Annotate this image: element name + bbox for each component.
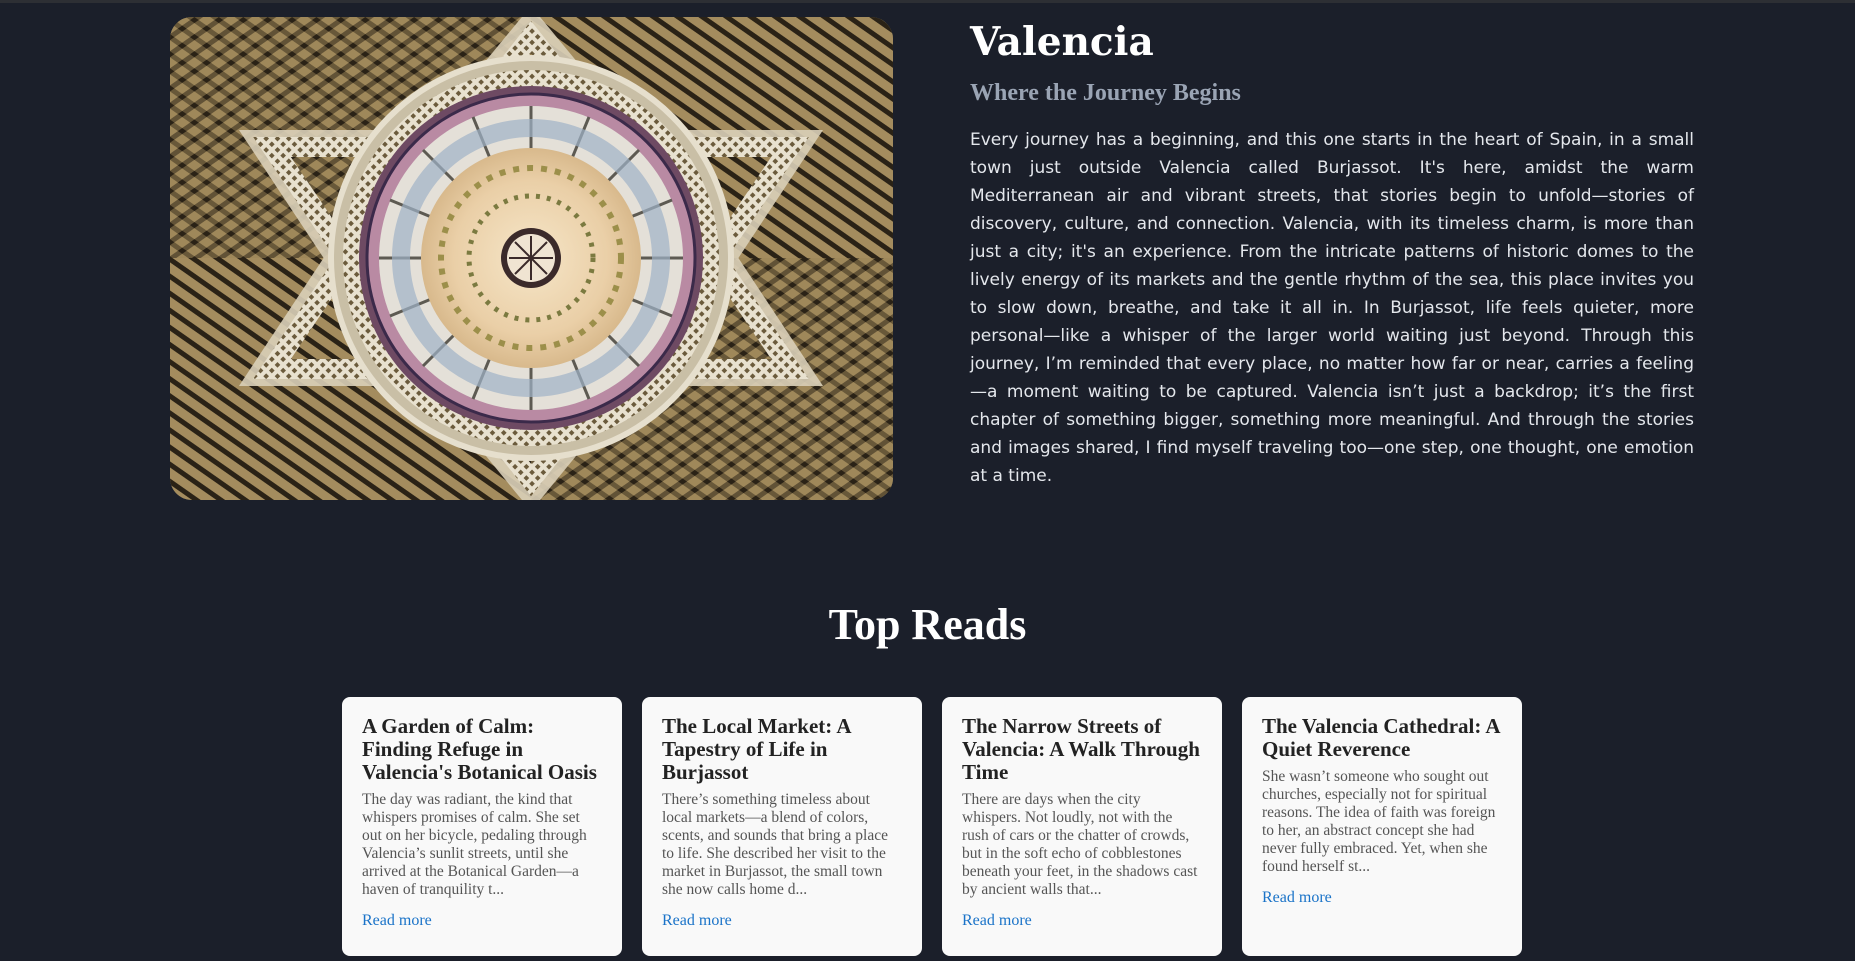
- article-card[interactable]: A Garden of Calm: Finding Refuge in Vale…: [342, 697, 622, 956]
- article-card[interactable]: The Narrow Streets of Valencia: A Walk T…: [942, 697, 1222, 956]
- read-more-link[interactable]: Read more: [362, 912, 432, 930]
- hero-text: Valencia Where the Journey Begins Every …: [970, 18, 1694, 490]
- article-title[interactable]: The Local Market: A Tapestry of Life in …: [662, 715, 902, 784]
- read-more-link[interactable]: Read more: [962, 912, 1032, 930]
- article-title[interactable]: A Garden of Calm: Finding Refuge in Vale…: [362, 715, 602, 784]
- article-card[interactable]: The Local Market: A Tapestry of Life in …: [642, 697, 922, 956]
- hero-title: Valencia: [970, 19, 1154, 65]
- hero-subtitle: Where the Journey Begins: [970, 80, 1241, 106]
- article-excerpt: The day was radiant, the kind that whisp…: [362, 791, 587, 898]
- article-title[interactable]: The Narrow Streets of Valencia: A Walk T…: [962, 715, 1202, 784]
- top-reads-cards: A Garden of Calm: Finding Refuge in Vale…: [342, 697, 1522, 961]
- read-more-link[interactable]: Read more: [662, 912, 732, 930]
- article-excerpt: She wasn’t someone who sought out church…: [1262, 768, 1496, 875]
- read-more-link[interactable]: Read more: [1262, 889, 1332, 907]
- hero-body: Every journey has a beginning, and this …: [970, 130, 1694, 486]
- top-reads-title: Top Reads: [828, 600, 1027, 649]
- dome-illustration: [170, 17, 893, 500]
- article-title[interactable]: The Valencia Cathedral: A Quiet Reverenc…: [1262, 715, 1502, 761]
- article-excerpt: There’s something timeless about local m…: [662, 791, 888, 898]
- article-card[interactable]: The Valencia Cathedral: A Quiet Reverenc…: [1242, 697, 1522, 956]
- top-border: [0, 0, 1855, 3]
- article-excerpt: There are days when the city whispers. N…: [962, 791, 1198, 898]
- hero-image: [170, 17, 893, 500]
